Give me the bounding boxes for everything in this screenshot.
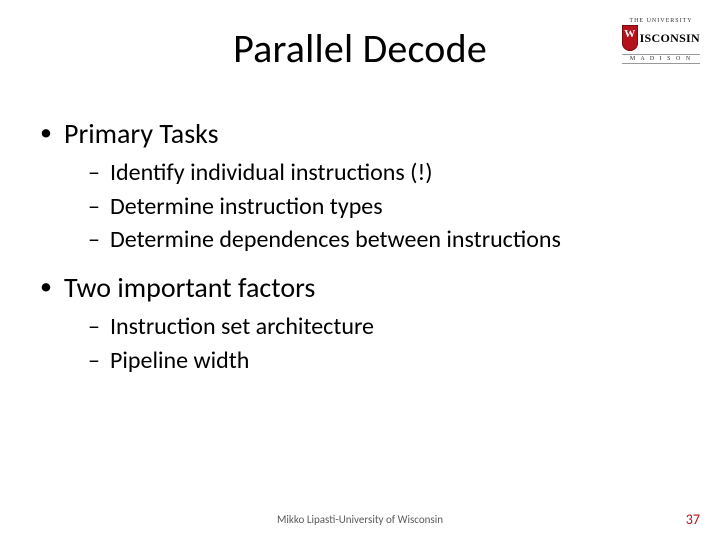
sub-bullet: Pipeline width bbox=[64, 345, 680, 377]
sub-bullet: Instruction set architecture bbox=[64, 311, 680, 343]
sub-bullet: Determine instruction types bbox=[64, 191, 680, 223]
slide: Parallel Decode THE UNIVERSITY ISCONSIN … bbox=[0, 0, 720, 540]
uw-logo: THE UNIVERSITY ISCONSIN M A D I S O N bbox=[622, 18, 700, 64]
sub-bullet: Determine dependences between instructio… bbox=[64, 224, 680, 256]
bullet-label: Two important factors bbox=[64, 270, 315, 305]
slide-title: Parallel Decode bbox=[0, 24, 720, 73]
logo-top-line: THE UNIVERSITY bbox=[622, 18, 700, 24]
bullet-label: Primary Tasks bbox=[64, 116, 219, 151]
logo-bottom-line: M A D I S O N bbox=[622, 54, 700, 64]
page-number: 37 bbox=[686, 511, 700, 528]
footer-credit: Mikko Lipasti-University of Wisconsin bbox=[0, 513, 720, 526]
content-area: Primary Tasks Identify individual instru… bbox=[34, 116, 680, 390]
sub-list: Instruction set architecture Pipeline wi… bbox=[64, 311, 680, 376]
bullet-list: Primary Tasks Identify individual instru… bbox=[34, 116, 680, 376]
logo-row: ISCONSIN bbox=[622, 25, 700, 51]
sub-bullet: Identify individual instructions (!) bbox=[64, 157, 680, 189]
crest-icon bbox=[622, 25, 638, 51]
logo-wordmark: ISCONSIN bbox=[640, 32, 700, 44]
sub-list: Identify individual instructions (!) Det… bbox=[64, 157, 680, 256]
bullet-two-factors: Two important factors Instruction set ar… bbox=[34, 270, 680, 376]
bullet-primary-tasks: Primary Tasks Identify individual instru… bbox=[34, 116, 680, 256]
